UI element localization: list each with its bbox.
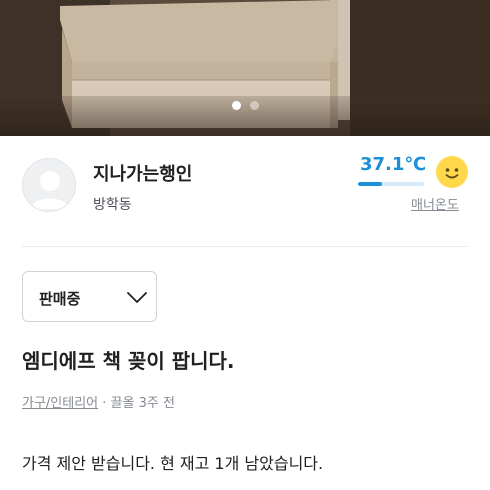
- meta-separator: ·: [98, 396, 111, 411]
- post-category-link[interactable]: 가구/인테리어: [22, 396, 98, 411]
- post-title: 엠디에프 책 꽂이 팝니다.: [22, 349, 235, 373]
- sale-status-dropdown[interactable]: 판매중: [22, 271, 157, 322]
- carousel-dot-active[interactable]: [231, 101, 241, 110]
- carousel-dot[interactable]: [249, 101, 259, 110]
- sale-status-label: 판매중: [39, 290, 81, 308]
- seller-nickname[interactable]: 지나가는행인: [93, 160, 192, 186]
- seller-profile[interactable]: 지나가는행인 방학동 37.1℃ 매너온도: [0, 136, 490, 236]
- manner-temperature-bar: [358, 182, 424, 186]
- post-time: 끌올 3주 전: [110, 396, 175, 411]
- default-avatar-icon: [31, 171, 69, 209]
- section-divider: [22, 246, 468, 247]
- post-description: 가격 제안 받습니다. 현 재고 1개 남았습니다.: [22, 454, 324, 473]
- product-photo[interactable]: [0, 0, 490, 136]
- manner-temperature-link[interactable]: 매너온도: [411, 194, 459, 213]
- chevron-down-icon: [127, 292, 147, 303]
- manner-temperature: 37.1℃: [360, 154, 427, 175]
- carousel-dots: [0, 101, 490, 110]
- avatar[interactable]: [22, 158, 76, 212]
- seller-region: 방학동: [93, 197, 132, 213]
- manner-temperature-fill: [358, 182, 383, 186]
- post-meta: 가구/인테리어 · 끌올 3주 전: [22, 392, 175, 411]
- smile-face-icon: [436, 156, 468, 188]
